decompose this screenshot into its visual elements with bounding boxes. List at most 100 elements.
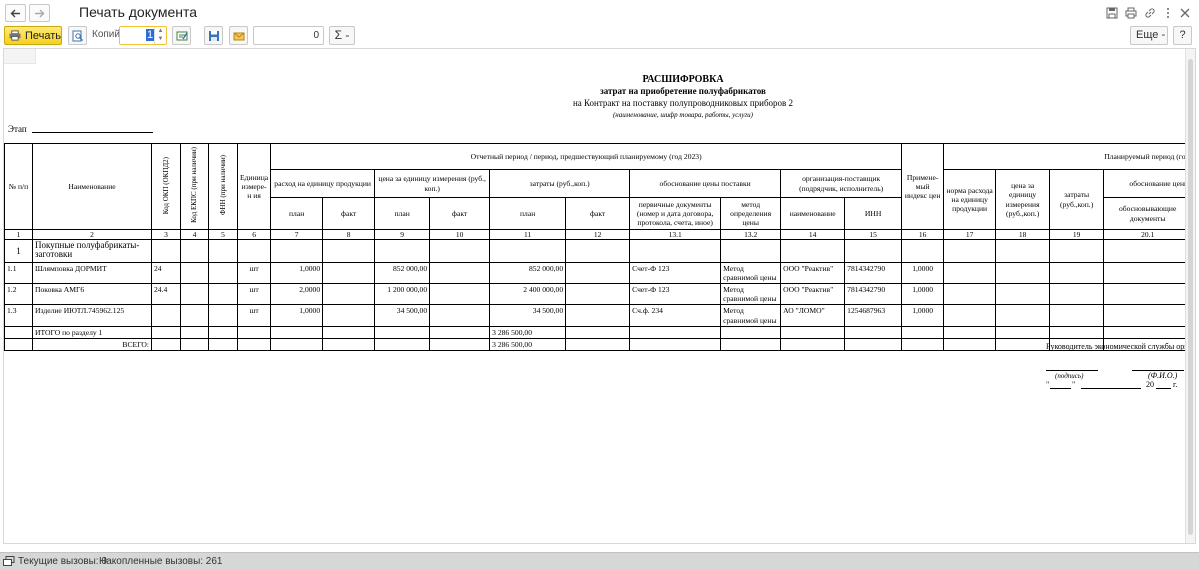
row-inn: 7814342790 (844, 261, 903, 285)
table-row[interactable]: 1.1 Шлямповка ДОРМИТ 24 шт 1,0000 852 00… (4, 261, 1193, 285)
section-total-label: ИТОГО по разделу 1 (32, 325, 152, 339)
header-unit-price2: цена за единицу измерения (руб.,коп.) (995, 169, 1051, 230)
save-icon[interactable] (1105, 6, 1118, 19)
grand-total-row[interactable]: ВСЕГО: 3 286 500,00 (4, 337, 1193, 351)
window-icon[interactable] (3, 556, 15, 567)
row-consumption-plan: 1,0000 (270, 261, 324, 285)
col-number: 3 (151, 229, 181, 240)
spreadsheet-document[interactable]: РАСШИФРОВКА затрат на приобретение полуф… (3, 48, 1196, 544)
col-number: 13.1 (629, 229, 722, 240)
col-number: 4 (180, 229, 209, 240)
mail-button[interactable] (229, 26, 248, 45)
section-total-value: 3 286 500,00 (489, 325, 567, 339)
row-price-plan: 34 500,00 (374, 304, 431, 327)
current-calls: Текущие вызовы: 0 (18, 556, 107, 567)
header-okp: Код ОКП (ОКПД2) (151, 143, 181, 230)
forward-button[interactable] (29, 4, 50, 22)
more-button[interactable]: Еще - (1130, 26, 1168, 45)
report-contract: на Контракт на поставку полупроводниковы… (572, 98, 794, 108)
preview-button[interactable] (68, 26, 87, 45)
copies-input[interactable]: 1 ▲ ▼ (119, 26, 167, 45)
col-number: 11 (489, 229, 567, 240)
grand-total-value: 3 286 500,00 (489, 337, 567, 351)
copies-spinner[interactable]: ▲ ▼ (154, 27, 166, 44)
row-index: 1,0000 (901, 304, 945, 327)
arrow-left-icon (10, 9, 20, 17)
header-report-period: Отчетный период / период, предшествующий… (270, 143, 903, 170)
header-justification: обоснование цены поставки (629, 169, 782, 198)
date-year-suffix: г. (1173, 380, 1178, 389)
header-fact: факт (429, 197, 491, 230)
row-cost-plan: 34 500,00 (489, 304, 567, 327)
date-day-line (1050, 388, 1071, 389)
signature-line (1046, 370, 1098, 371)
table-row[interactable]: 1.2 Поковка АМГ6 24.4 шт 2,0000 1 200 00… (4, 283, 1193, 306)
save-button[interactable] (204, 26, 223, 45)
header-primary-docs: первичные документы (номер и дата догово… (629, 197, 722, 230)
header-costs: затраты (руб.,коп.) (489, 169, 631, 198)
col-number: 15 (844, 229, 903, 240)
date-month-line (1081, 388, 1141, 389)
col-number: 1 (4, 229, 33, 240)
title-bar: Печать документа (0, 0, 1199, 26)
row-consumption-plan: 1,0000 (270, 304, 324, 327)
row-price-plan: 852 000,00 (374, 261, 431, 285)
header-method: метод определения цены (720, 197, 782, 230)
col-number: 6 (236, 229, 272, 240)
row-okp: 24 (151, 261, 181, 285)
table-row[interactable]: 1.3 Изделие ИЮТЛ.745962.125 шт 1,0000 34… (4, 304, 1193, 327)
printer-icon[interactable] (1124, 6, 1137, 19)
row-cost-plan: 852 000,00 (489, 261, 567, 285)
row-okp: 24.4 (151, 283, 181, 306)
header-inn: ИНН (844, 197, 903, 230)
row-name: Шлямповка ДОРМИТ (32, 261, 152, 285)
header-name: Наименование (32, 143, 152, 230)
row-unit: шт (236, 283, 272, 306)
help-button[interactable]: ? (1173, 26, 1192, 45)
header-planned-period: Планируемый период (год (943, 143, 1193, 170)
col-number: 14 (780, 229, 846, 240)
date-year-line (1156, 388, 1171, 389)
back-button[interactable] (5, 4, 26, 22)
row-name: Изделие ИЮТЛ.745962.125 (32, 304, 152, 327)
row-method: Метод сравнимой цены (720, 283, 782, 306)
link-icon[interactable] (1143, 6, 1156, 19)
sheet-corner (4, 49, 36, 64)
section-number: 1 (4, 239, 33, 263)
header-costs2: затраты (руб.,коп.) (1049, 169, 1105, 230)
grand-total-label: ВСЕГО: (32, 337, 152, 351)
row-primary-doc: Счет-Ф 123 (629, 283, 722, 306)
window-title: Печать документа (79, 4, 198, 20)
scrollbar-thumb[interactable] (1188, 59, 1193, 535)
col-number: 10 (429, 229, 491, 240)
row-price-plan: 1 200 000,00 (374, 283, 431, 306)
report-contract-hint: (наименование, шифр товара, работы, услу… (612, 111, 754, 119)
print-button[interactable]: Печать (4, 26, 62, 45)
more-menu-icon[interactable] (1161, 6, 1174, 19)
date-year: 20 (1146, 380, 1154, 389)
close-icon[interactable] (1178, 6, 1191, 19)
col-number: 9 (374, 229, 431, 240)
col-number: 20.1 (1103, 229, 1193, 240)
col-number: 13.2 (720, 229, 782, 240)
sum-value-field[interactable]: 0 (253, 26, 324, 45)
section-row[interactable]: 1 Покупные полуфабрикаты-заготовки (4, 239, 1193, 263)
edit-button[interactable] (172, 26, 191, 45)
header-fact: факт (565, 197, 631, 230)
vertical-scrollbar[interactable] (1185, 49, 1195, 543)
header-plan: план (374, 197, 431, 230)
sum-dropdown-button[interactable]: Σ - (329, 26, 355, 45)
etap-label: Этап (8, 124, 27, 134)
printer-icon (9, 30, 21, 41)
header-fact: факт (322, 197, 376, 230)
row-cost-plan: 2 400 000,00 (489, 283, 567, 306)
copies-value: 1 (146, 29, 155, 41)
row-supplier: АО "ЛОМО" (780, 304, 846, 327)
header-consumption: расход на единицу продукции (270, 169, 376, 198)
row-number: 1.1 (4, 261, 33, 285)
edit-table-icon (176, 31, 188, 40)
col-number: 8 (322, 229, 376, 240)
row-unit: шт (236, 304, 272, 327)
header-supplier: организация-поставщик (подрядчик, исполн… (780, 169, 903, 198)
section-total-row[interactable]: ИТОГО по разделу 1 3 286 500,00 (4, 325, 1193, 339)
